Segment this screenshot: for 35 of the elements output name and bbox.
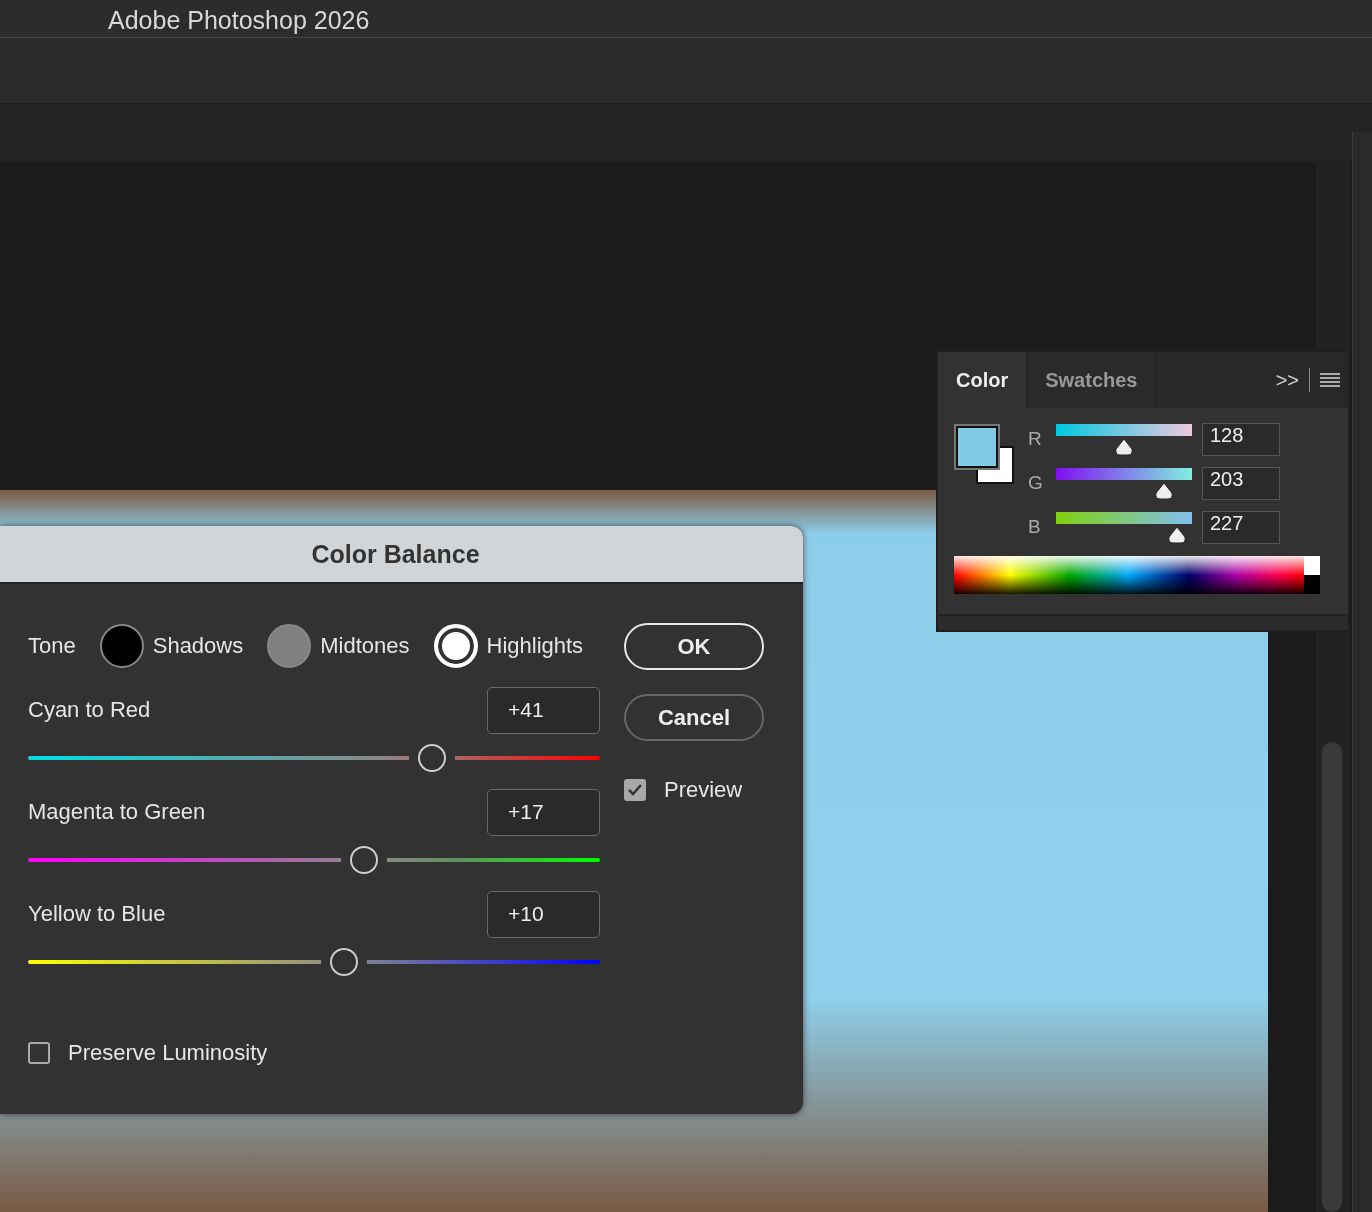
tone-option-label[interactable]: Midtones bbox=[320, 633, 410, 659]
value-field[interactable]: +10 bbox=[487, 890, 600, 938]
menu-icon[interactable] bbox=[1320, 372, 1340, 388]
tone-radio[interactable] bbox=[99, 624, 144, 668]
slider-thumb[interactable] bbox=[1167, 526, 1188, 544]
checkmark-icon bbox=[627, 783, 643, 797]
channel-label: R bbox=[1028, 428, 1043, 450]
checkbox[interactable] bbox=[28, 1042, 50, 1064]
checkbox-label[interactable]: Preserve Luminosity bbox=[68, 1040, 268, 1066]
panel-tab[interactable]: Color bbox=[938, 352, 1028, 408]
tone-label: Tone bbox=[28, 633, 76, 659]
slider-label: Cyan to Red bbox=[28, 697, 151, 723]
value-field[interactable]: +17 bbox=[487, 788, 600, 836]
app-title: Adobe Photoshop 2026 bbox=[108, 5, 370, 36]
tone-option-label[interactable]: Highlights bbox=[486, 633, 584, 659]
channel-value-field[interactable]: 203 bbox=[1202, 466, 1280, 500]
checkbox-label[interactable]: Preview bbox=[664, 777, 743, 803]
slider-thumb[interactable] bbox=[1154, 482, 1175, 500]
color-ramp[interactable] bbox=[954, 556, 1320, 594]
scrollbar-thumb[interactable] bbox=[1322, 742, 1342, 1212]
ok-button[interactable]: OK bbox=[624, 623, 764, 670]
tone-option-label[interactable]: Shadows bbox=[152, 633, 244, 659]
slider-thumb[interactable] bbox=[1114, 438, 1135, 456]
channel-label: G bbox=[1028, 472, 1044, 494]
channel-label: B bbox=[1028, 516, 1042, 538]
channel-value-field[interactable]: 128 bbox=[1202, 422, 1280, 456]
slider-label: Yellow to Blue bbox=[28, 901, 166, 927]
dialog-title: Color Balance bbox=[311, 539, 480, 569]
cancel-button[interactable]: Cancel bbox=[624, 694, 764, 741]
channel-value-field[interactable]: 227 bbox=[1202, 510, 1280, 544]
slider-label: Magenta to Green bbox=[28, 799, 206, 825]
value-field[interactable]: +41 bbox=[487, 686, 600, 734]
checkbox[interactable] bbox=[624, 779, 646, 801]
expand-glyph[interactable]: >> bbox=[1275, 368, 1299, 392]
tone-radio[interactable] bbox=[267, 624, 312, 668]
